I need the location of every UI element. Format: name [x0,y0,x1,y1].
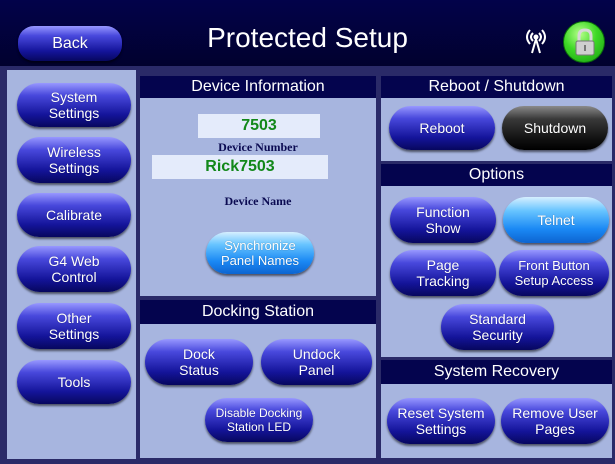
sidebar-item-system-settings[interactable]: System Settings [17,83,131,127]
undock-panel-button[interactable]: Undock Panel [261,339,372,385]
disable-docking-station-led-label: Disable Docking Station LED [215,406,303,434]
page-tracking-label: Page Tracking [416,257,470,289]
lock-icon[interactable] [563,21,605,63]
sidebar-item-label: Other Settings [48,310,100,342]
reboot-shutdown-heading: Reboot / Shutdown [381,76,612,98]
protected-setup-screen: Protected Setup Back System Settings Wir… [0,0,615,464]
sidebar-item-other-settings[interactable]: Other Settings [17,303,131,349]
reboot-button[interactable]: Reboot [389,106,495,150]
sidebar-item-label: Wireless Settings [47,144,101,176]
system-recovery-heading: System Recovery [381,360,612,384]
device-information-heading: Device Information [140,76,376,98]
function-show-button[interactable]: Function Show [390,197,496,243]
shutdown-label: Shutdown [523,120,587,136]
sidebar-item-label: Calibrate [45,207,103,223]
sidebar-item-label: G4 Web Control [48,253,100,285]
header-bar: Protected Setup Back [0,0,615,66]
main-panel: System Settings Wireless Settings Calibr… [0,66,615,464]
docking-station-heading: Docking Station [140,300,376,324]
padlock-glyph-icon [575,28,595,56]
synchronize-panel-names-button[interactable]: Synchronize Panel Names [206,232,314,274]
options-heading: Options [381,164,612,186]
sidebar-item-g4-web-control[interactable]: G4 Web Control [17,246,131,292]
device-name-value: Rick7503 [152,155,328,179]
reset-system-settings-label: Reset System Settings [397,405,485,437]
synchronize-panel-names-label: Synchronize Panel Names [220,238,300,268]
disable-docking-station-led-button[interactable]: Disable Docking Station LED [205,398,313,442]
device-name-label: Device Name [224,194,292,208]
sidebar-item-wireless-settings[interactable]: Wireless Settings [17,137,131,183]
reset-system-settings-button[interactable]: Reset System Settings [387,398,495,444]
shutdown-button[interactable]: Shutdown [502,106,608,150]
remove-user-pages-button[interactable]: Remove User Pages [501,398,609,444]
telnet-label: Telnet [537,212,575,228]
telnet-button[interactable]: Telnet [503,197,609,243]
remove-user-pages-label: Remove User Pages [512,405,598,437]
front-button-setup-access-label: Front Button Setup Access [514,258,594,288]
dock-status-label: Dock Status [179,346,219,378]
sidebar-item-calibrate[interactable]: Calibrate [17,193,131,237]
sidebar-item-label: System Settings [48,89,100,121]
device-number-value: 7503 [198,114,320,138]
front-button-setup-access-button[interactable]: Front Button Setup Access [499,250,609,296]
reboot-label: Reboot [419,120,465,136]
wireless-signal-icon [526,29,546,54]
dock-status-button[interactable]: Dock Status [145,339,253,385]
standard-security-button[interactable]: Standard Security [441,304,554,350]
function-show-label: Function Show [416,204,470,236]
page-tracking-button[interactable]: Page Tracking [390,250,496,296]
back-button[interactable]: Back [18,26,122,61]
undock-panel-label: Undock Panel [292,346,341,378]
device-number-label: Device Number [218,140,298,154]
standard-security-label: Standard Security [469,311,526,343]
sidebar-item-tools[interactable]: Tools [17,360,131,404]
sidebar-item-label: Tools [57,374,91,390]
